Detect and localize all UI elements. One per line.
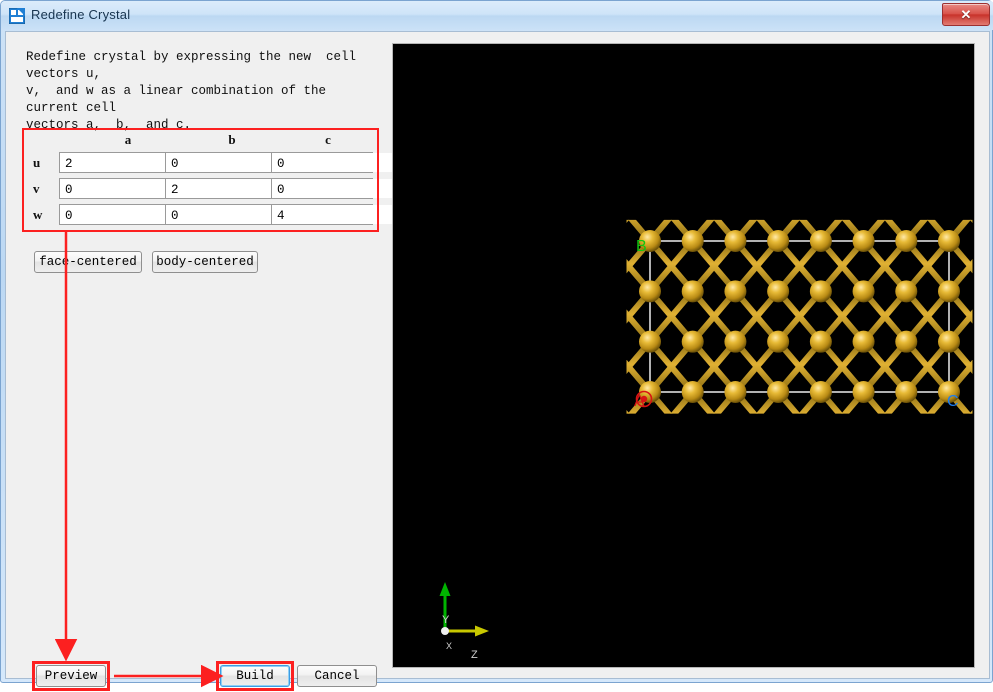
spinner-w-b[interactable] (165, 204, 284, 225)
atom (895, 381, 917, 403)
window-title: Redefine Crystal (31, 7, 130, 22)
spinner-u-c[interactable] (271, 152, 373, 173)
atom (938, 280, 960, 302)
atom (895, 230, 917, 252)
app-icon (9, 8, 25, 24)
atom (639, 280, 661, 302)
instruction-text: Redefine crystal by expressing the new c… (26, 49, 376, 134)
crystal-scene (393, 44, 974, 667)
atom (853, 280, 875, 302)
preview-button[interactable]: Preview (36, 665, 106, 687)
atom (810, 280, 832, 302)
atom (895, 280, 917, 302)
gizmo-label-x: X (446, 641, 452, 651)
title-bar: Redefine Crystal ✕ (1, 1, 993, 30)
axis-label-c: C (947, 394, 959, 410)
cell-vector-matrix: a b c u (22, 128, 379, 232)
atom (682, 331, 704, 353)
atom (895, 331, 917, 353)
spinner-v-b[interactable] (165, 178, 284, 199)
atom (810, 230, 832, 252)
close-icon: ✕ (961, 8, 972, 21)
atom (767, 280, 789, 302)
spinner-w-c[interactable] (271, 204, 373, 225)
spinner-v-a[interactable] (59, 178, 178, 199)
column-header-c: c (318, 132, 338, 148)
atom (938, 331, 960, 353)
x-axis-origin-icon (441, 627, 449, 635)
atom (724, 331, 746, 353)
row-label-v: v (33, 181, 49, 197)
spinner-u-a[interactable] (59, 152, 178, 173)
gizmo-label-y: Y (442, 614, 449, 626)
atom (682, 280, 704, 302)
atom (682, 381, 704, 403)
atom (724, 230, 746, 252)
gizmo-label-z: Z (471, 649, 478, 661)
spinner-u-b[interactable] (165, 152, 284, 173)
spinner-w-a[interactable] (59, 204, 178, 225)
atom (767, 381, 789, 403)
atom (724, 381, 746, 403)
dialog-window: Redefine Crystal ✕ Redefine crystal by e… (0, 0, 993, 683)
row-label-w: w (33, 207, 49, 223)
atom (639, 331, 661, 353)
atom (853, 230, 875, 252)
atom (810, 331, 832, 353)
atom (767, 230, 789, 252)
axis-label-a: A (634, 394, 645, 410)
row-label-u: u (33, 155, 49, 171)
column-header-b: b (222, 132, 242, 148)
atom (810, 381, 832, 403)
body-centered-button[interactable]: body-centered (152, 251, 258, 273)
atom (853, 331, 875, 353)
spinner-v-c[interactable] (271, 178, 373, 199)
face-centered-button[interactable]: face-centered (34, 251, 142, 273)
close-button[interactable]: ✕ (942, 3, 990, 26)
dialog-client-area: Redefine crystal by expressing the new c… (5, 31, 990, 679)
axis-label-b: B (636, 239, 647, 255)
cancel-button[interactable]: Cancel (297, 665, 377, 687)
atom (724, 280, 746, 302)
atom (853, 381, 875, 403)
atom (938, 230, 960, 252)
column-header-a: a (118, 132, 138, 148)
crystal-viewport[interactable]: B C A Y Z X (392, 43, 975, 668)
atom (767, 331, 789, 353)
build-button[interactable]: Build (220, 665, 290, 687)
atom (682, 230, 704, 252)
